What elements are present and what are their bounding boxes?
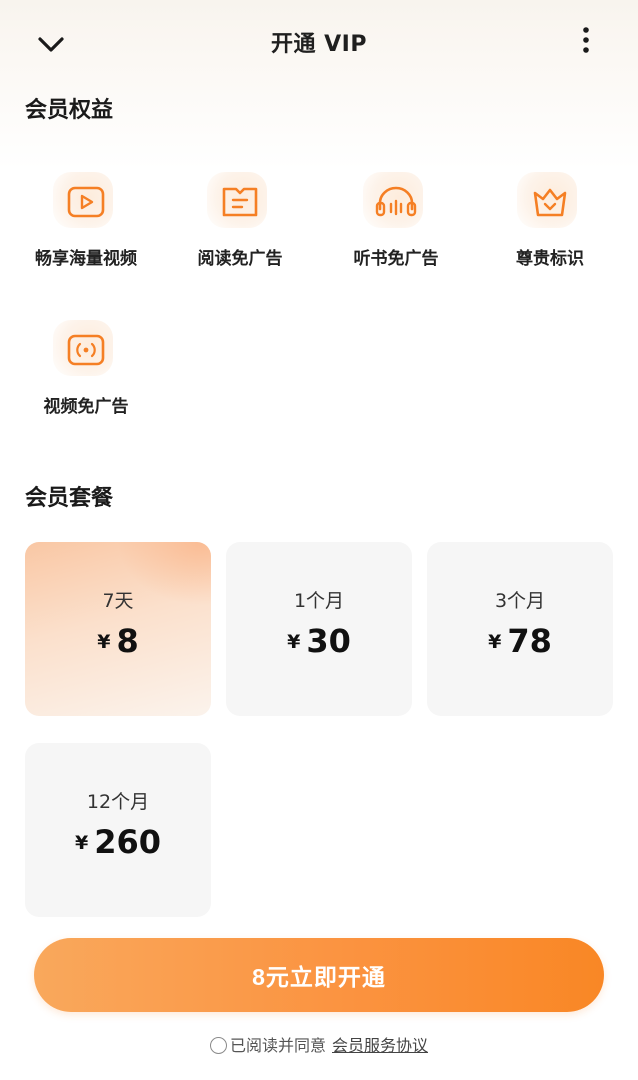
plans-section-title: 会员套餐 <box>25 486 114 511</box>
plan-price: ¥8 <box>25 622 211 660</box>
agreement-row: 已阅读并同意 会员服务协议 <box>0 1032 638 1056</box>
plan-card-3-months[interactable]: 3个月 ¥78 <box>427 542 613 716</box>
subscribe-button[interactable]: 8元立即开通 <box>34 938 604 1012</box>
agreement-text: 已阅读并同意 <box>229 1036 326 1055</box>
benefit-label: 尊贵标识 <box>516 249 584 269</box>
plan-card-1-month[interactable]: 1个月 ¥30 <box>226 542 412 716</box>
service-agreement-link[interactable]: 会员服务协议 <box>332 1036 428 1055</box>
subscribe-button-label: 8元立即开通 <box>252 964 386 990</box>
benefit-item-badge[interactable]: 尊贵标识 <box>470 172 630 269</box>
plan-amount: 260 <box>94 823 162 861</box>
headphones-icon <box>375 186 417 217</box>
plan-duration: 12个月 <box>86 791 150 813</box>
plan-card-7-days[interactable]: 7天 ¥8 <box>25 542 211 716</box>
plan-duration: 1个月 <box>293 590 345 612</box>
currency-symbol: ¥ <box>287 631 301 653</box>
currency-symbol: ¥ <box>97 631 111 653</box>
benefit-item-video[interactable]: 畅享海量视频 <box>6 172 166 269</box>
broadcast-icon <box>67 334 105 366</box>
play-icon <box>67 186 105 218</box>
currency-symbol: ¥ <box>74 832 89 854</box>
plan-card-12-months[interactable]: 12个月 ¥260 <box>25 743 211 917</box>
benefit-label: 阅读免广告 <box>197 249 283 269</box>
benefit-item-audiobook-ad-free[interactable]: 听书免广告 <box>316 172 476 269</box>
benefit-item-video-ad-free[interactable]: 视频免广告 <box>6 320 166 417</box>
plan-price: ¥78 <box>427 622 613 660</box>
more-vertical-icon <box>583 27 589 53</box>
plan-duration: 3个月 <box>494 590 546 612</box>
plan-duration: 7天 <box>102 590 134 612</box>
plan-amount: 78 <box>507 622 552 660</box>
benefit-label: 畅享海量视频 <box>35 249 137 269</box>
benefit-label: 视频免广告 <box>43 397 129 417</box>
benefit-item-reading-ad-free[interactable]: 阅读免广告 <box>160 172 320 269</box>
plan-price: ¥30 <box>226 622 412 660</box>
currency-symbol: ¥ <box>488 631 502 653</box>
plan-price: ¥260 <box>25 823 211 861</box>
benefit-label: 听书免广告 <box>353 249 439 269</box>
header: 开通 VIP <box>0 0 638 82</box>
plan-amount: 8 <box>116 622 139 660</box>
agree-radio[interactable] <box>209 1037 227 1054</box>
benefits-section-title: 会员权益 <box>25 98 114 123</box>
more-button[interactable] <box>578 22 594 58</box>
crown-icon <box>533 188 567 217</box>
page-title: 开通 VIP <box>271 32 367 57</box>
plan-amount: 30 <box>306 622 351 660</box>
book-icon <box>222 187 258 217</box>
